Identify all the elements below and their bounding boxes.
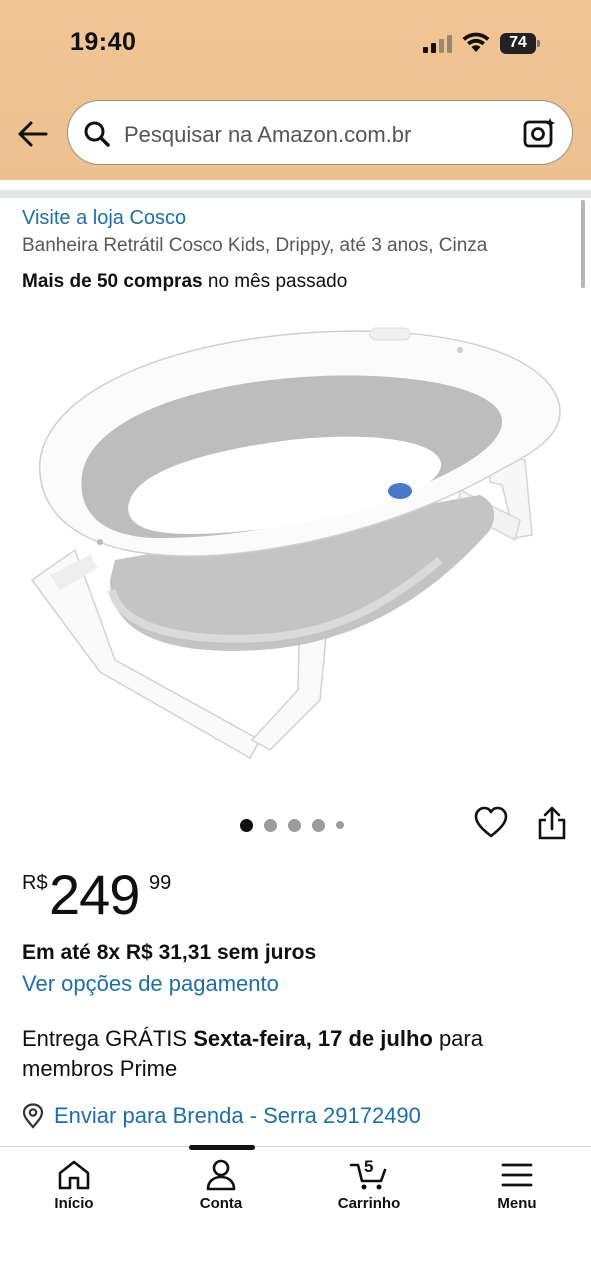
nav-account[interactable]: Conta bbox=[166, 1159, 276, 1229]
status-time: 19:40 bbox=[70, 28, 137, 56]
cart-count-badge: 5 bbox=[364, 1157, 374, 1176]
nav-cart-label: Carrinho bbox=[337, 1195, 401, 1212]
nav-menu-label: Menu bbox=[497, 1195, 537, 1212]
share-icon[interactable] bbox=[537, 805, 567, 841]
store-link[interactable]: Visite a loja Cosco bbox=[22, 207, 186, 230]
delivery-prefix: Entrega GRÁTIS bbox=[22, 1026, 194, 1051]
signal-icon bbox=[423, 35, 453, 53]
back-arrow-icon[interactable] bbox=[16, 117, 50, 151]
camera-search-icon[interactable] bbox=[523, 117, 557, 149]
carousel-dot[interactable] bbox=[336, 821, 344, 829]
home-icon bbox=[58, 1160, 90, 1190]
status-bar: 19:40 74 bbox=[0, 0, 591, 88]
nav-menu[interactable]: Menu bbox=[462, 1159, 572, 1229]
heart-icon[interactable] bbox=[474, 806, 508, 840]
installments-text: Em até 8x R$ 31,31 sem juros bbox=[22, 941, 317, 964]
purchases-count: Mais de 50 compras bbox=[22, 271, 203, 292]
search-input[interactable]: Pesquisar na Amazon.com.br bbox=[124, 122, 411, 148]
delivery-info: Entrega GRÁTIS Sexta-feira, 17 de julho … bbox=[22, 1024, 562, 1084]
price-fraction: 99 bbox=[149, 872, 172, 894]
search-icon bbox=[84, 121, 110, 147]
carousel-dot[interactable] bbox=[312, 818, 325, 832]
purchases-period: no mês passado bbox=[202, 271, 348, 292]
ship-to-link[interactable]: Enviar para Brenda - Serra 29172490 bbox=[54, 1103, 421, 1129]
product-title: Banheira Retrátil Cosco Kids, Drippy, at… bbox=[22, 235, 488, 256]
carousel-dot[interactable] bbox=[288, 818, 301, 832]
scrollbar[interactable] bbox=[581, 200, 585, 288]
account-icon bbox=[206, 1159, 236, 1191]
image-carousel-dots[interactable] bbox=[240, 818, 344, 832]
carousel-dot[interactable] bbox=[264, 818, 277, 832]
carousel-dot-active[interactable] bbox=[240, 818, 253, 832]
section-divider bbox=[0, 190, 591, 198]
purchases-info: Mais de 50 compras no mês passado bbox=[22, 271, 347, 293]
location-pin-icon bbox=[22, 1103, 44, 1129]
nav-home-label: Início bbox=[54, 1195, 94, 1212]
wifi-icon bbox=[462, 32, 490, 52]
battery-percent: 74 bbox=[509, 34, 527, 51]
delivery-date: Sexta-feira, 17 de julho bbox=[193, 1026, 433, 1051]
menu-icon bbox=[501, 1163, 533, 1187]
payment-options-link[interactable]: Ver opções de pagamento bbox=[22, 971, 279, 997]
price-currency: R$ bbox=[22, 872, 48, 894]
nav-account-label: Conta bbox=[199, 1195, 243, 1212]
app-header: 19:40 74 Pesquisar na Amazon.com.br bbox=[0, 0, 591, 180]
price-whole: 249 bbox=[49, 863, 140, 926]
nav-home[interactable]: Início bbox=[19, 1159, 129, 1229]
nav-cart[interactable]: 5 Carrinho bbox=[314, 1157, 424, 1229]
nav-active-indicator bbox=[189, 1145, 255, 1150]
battery-icon: 74 bbox=[500, 33, 540, 54]
search-bar[interactable]: Pesquisar na Amazon.com.br bbox=[67, 100, 573, 165]
bottom-nav: Início Conta 5 Carrinho Menu bbox=[0, 1145, 591, 1280]
product-image[interactable] bbox=[20, 310, 570, 780]
